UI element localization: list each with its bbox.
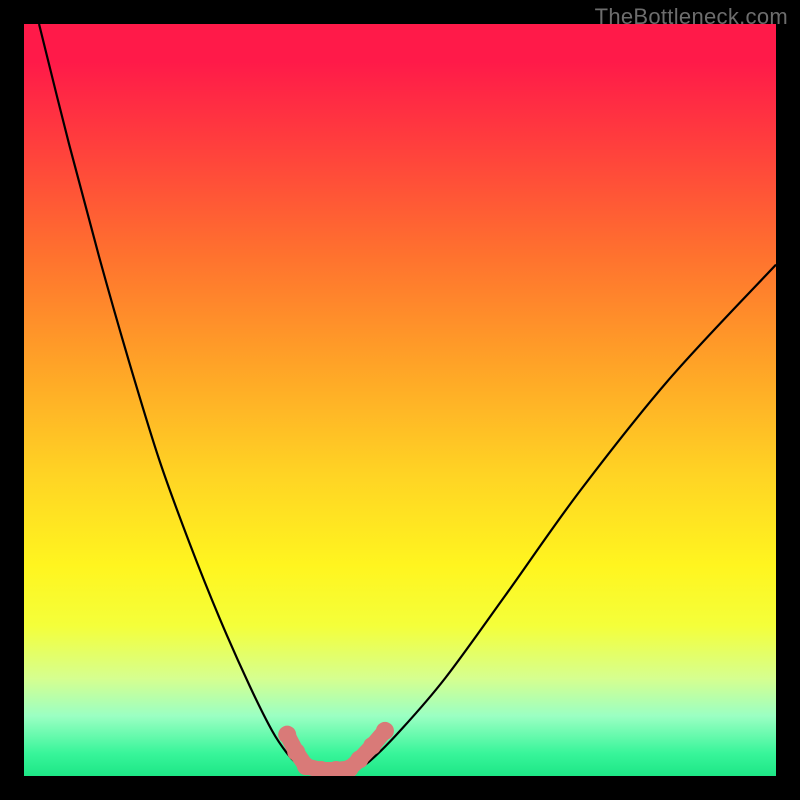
watermark-text: TheBottleneck.com xyxy=(595,4,788,30)
marker-point xyxy=(376,722,394,740)
marker-point xyxy=(363,737,381,755)
plot-area xyxy=(24,24,776,776)
marker-point xyxy=(297,757,315,775)
curve-path xyxy=(39,24,776,772)
bottleneck-curve xyxy=(24,24,776,776)
marker-point xyxy=(350,750,368,768)
marker-point xyxy=(278,726,296,744)
chart-frame: TheBottleneck.com xyxy=(0,0,800,800)
